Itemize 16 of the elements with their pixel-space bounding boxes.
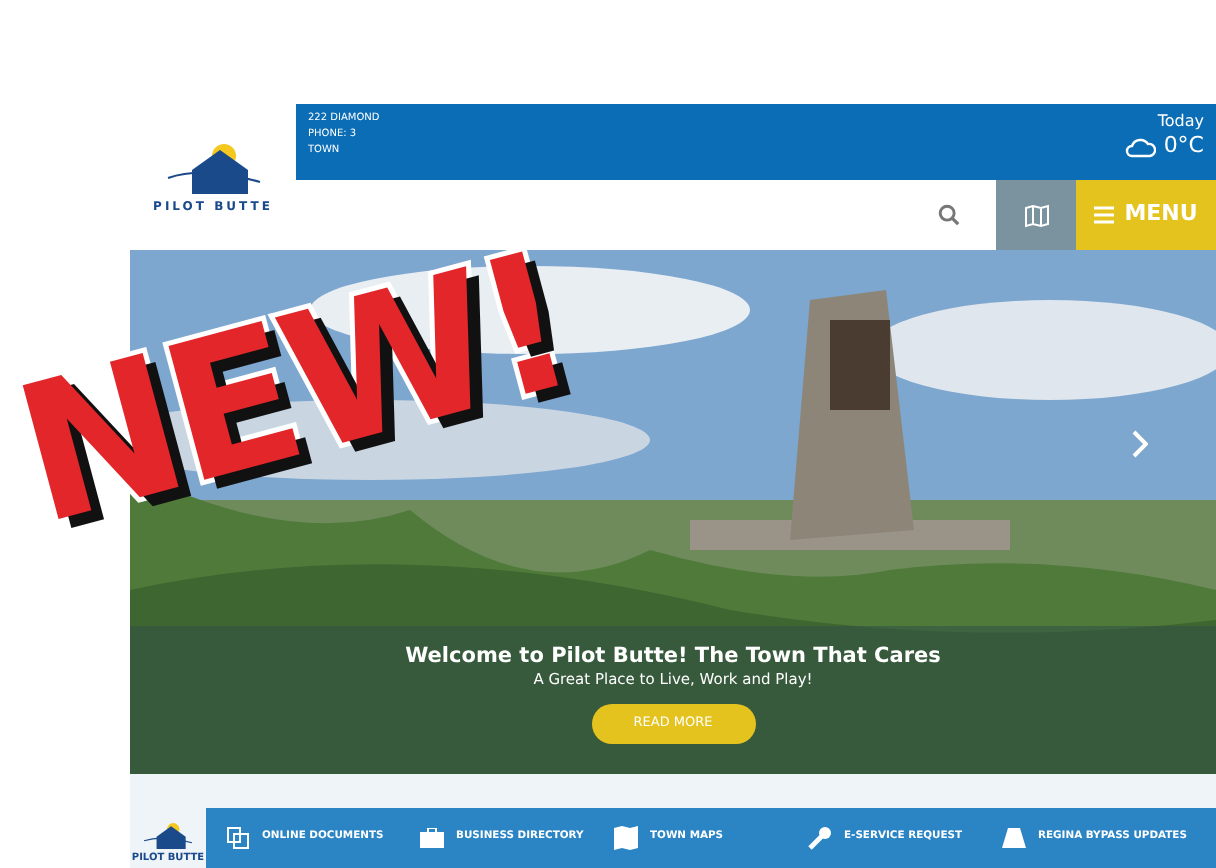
house-logo-icon — [142, 819, 194, 851]
map-icon — [614, 826, 638, 850]
map-button[interactable] — [996, 180, 1076, 250]
search-icon[interactable] — [938, 204, 960, 226]
road-icon — [1002, 828, 1026, 848]
weather-label: Today — [1155, 110, 1204, 134]
temperature: 0°C — [1163, 134, 1204, 158]
wrench-icon — [808, 826, 832, 850]
briefcase-icon — [420, 828, 444, 848]
documents-icon — [226, 826, 250, 850]
new-headline: NEW! — [0, 227, 585, 555]
house-logo-icon — [163, 138, 263, 198]
menu-icon — [1094, 206, 1115, 224]
cloud-icon — [1123, 135, 1156, 157]
map-icon — [1023, 203, 1049, 227]
slide-title: Welcome to Pilot Butte! The Town That Cares — [405, 644, 941, 670]
